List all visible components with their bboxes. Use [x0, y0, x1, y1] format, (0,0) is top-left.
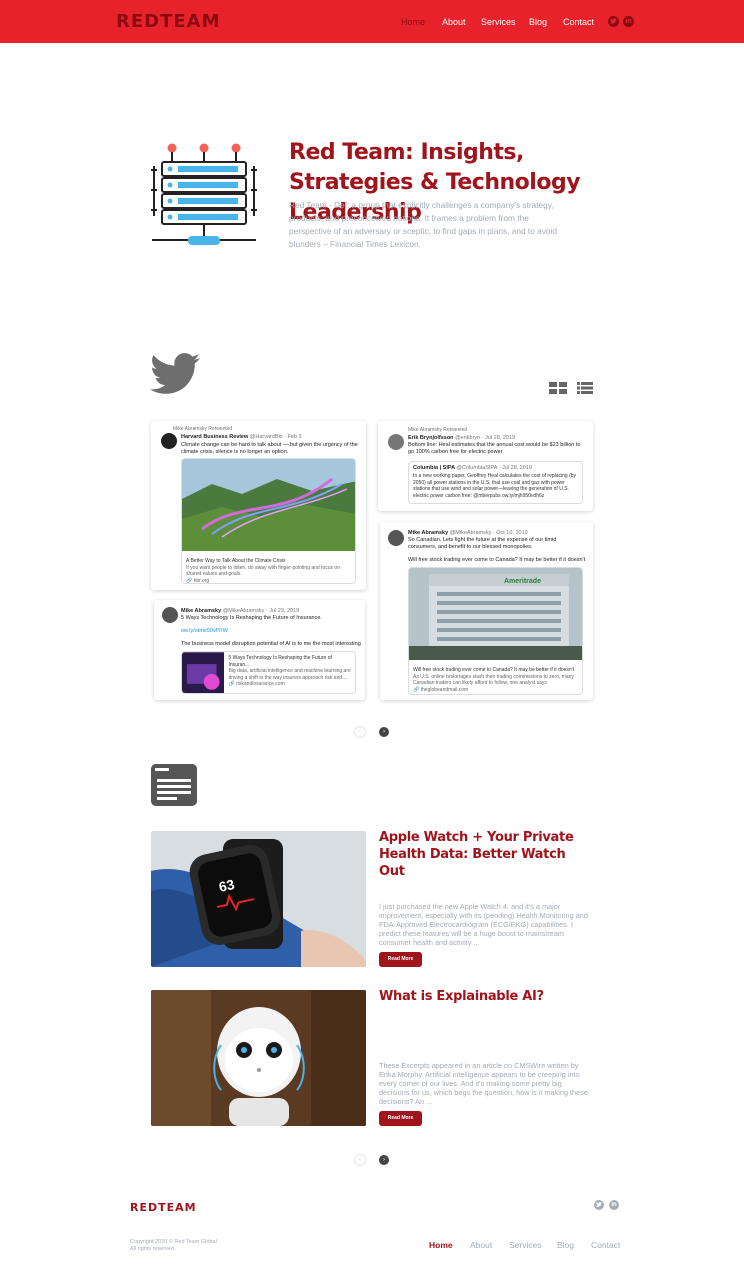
tweet-author[interactable]: Mike Abramsky @MikeAbramsky · Jul 29, 20…: [181, 608, 299, 614]
retweet-label: Mike Abramsky Retweeted: [173, 426, 233, 432]
nav-home[interactable]: Home: [401, 17, 425, 27]
apple-watch-image: 63: [151, 831, 366, 967]
linkedin-icon[interactable]: in: [623, 16, 634, 27]
link-card-domain: 🔗 riskandinsurance.com: [228, 681, 285, 687]
tweet-author[interactable]: Mike Abramsky @MikeAbramsky · Oct 10, 20…: [408, 530, 528, 536]
twitter-icon: [150, 353, 200, 394]
link-card-description: As U.S. online brokerages slash their tr…: [413, 673, 574, 687]
footer-nav-services[interactable]: Services: [509, 1240, 542, 1250]
footer-nav-about[interactable]: About: [470, 1240, 492, 1250]
link-card-title: 5 Ways Technology Is Reshaping the Futur…: [228, 655, 332, 668]
link-card-domain: 🔗 hbr.org: [186, 577, 210, 584]
footer-nav-blog[interactable]: Blog: [557, 1240, 574, 1250]
read-more-button[interactable]: Read More: [379, 1111, 422, 1126]
blog-next-button[interactable]: ›: [379, 1155, 389, 1165]
tweet-handle: @erikbryn · Jul 28, 2019: [455, 435, 516, 441]
tweet-link[interactable]: ow.ly/otme50vfYIW: [181, 628, 228, 635]
blog-icon: [151, 764, 197, 806]
blog-post-title[interactable]: What is Explainable AI?: [379, 988, 579, 1005]
site-logo[interactable]: REDTEAM: [116, 11, 221, 32]
footer-nav-home[interactable]: Home: [429, 1240, 453, 1250]
tweet-author[interactable]: Harvard Business Review @HarvardBiz · Fe…: [181, 434, 302, 440]
quoted-tweet-text: In a new working paper, Geoffrey Heal ca…: [413, 473, 577, 499]
building-sign: Ameritrade: [504, 578, 541, 585]
tweet-link-card[interactable]: A Better Way to Talk About the Climate C…: [181, 458, 356, 584]
hero-description: Red Team - Def: a group that explicitly …: [289, 200, 557, 249]
tweet-author[interactable]: Erik Brynjolfsson @erikbryn · Jul 28, 20…: [408, 435, 515, 441]
retweet-label: Mike Abramsky Retweeted: [408, 427, 468, 433]
tweet-card[interactable]: Mike Abramsky @MikeAbramsky · Jul 29, 20…: [154, 600, 365, 700]
tweet-text-2: The business model disruption potential …: [181, 641, 361, 647]
tweet-text: Climate change can be hard to talk about…: [181, 442, 358, 455]
quoted-tweet[interactable]: Columbia | SIPA @ColumbiaSIPA · Jul 28, …: [408, 461, 583, 504]
tweets-next-button[interactable]: ›: [379, 727, 389, 737]
footer-nav-contact[interactable]: Contact: [591, 1240, 620, 1250]
tweet-handle: @MikeAbramsky · Oct 10, 2019: [449, 530, 528, 536]
landscape-image: [182, 459, 355, 551]
tweet-author-name: Mike Abramsky: [408, 530, 449, 536]
blog-post-title[interactable]: Apple Watch + Your Private Health Data: …: [379, 829, 579, 880]
tweet-handle: @MikeAbramsky · Jul 29, 2019: [222, 608, 300, 614]
nav-contact[interactable]: Contact: [563, 17, 594, 27]
tweet-link-card[interactable]: 5 Ways Technology Is Reshaping the Futur…: [181, 651, 356, 694]
tweet-card[interactable]: Mike Abramsky Retweeted Harvard Business…: [151, 421, 366, 590]
copyright-line: Copyright 2020 © Red Team Global: [130, 1239, 217, 1245]
blog-post-excerpt: These Excerpts appeared in an article on…: [379, 1061, 588, 1106]
tweets-prev-button[interactable]: ‹: [355, 727, 365, 737]
list-view-icon[interactable]: [577, 382, 593, 394]
blog-post-image[interactable]: 63: [151, 831, 366, 967]
blog-post-excerpt: I just purchased the new Apple Watch 4, …: [379, 902, 588, 947]
link-card-domain: 🔗 theglobeandmail.com: [413, 686, 469, 693]
insurance-thumbnail: [182, 652, 225, 693]
tweet-link-card[interactable]: Ameritrade Will free stock trading ever …: [408, 567, 583, 695]
tweet-author-name: Harvard Business Review: [181, 434, 249, 440]
tweet-text: 5 Ways Technology Is Reshaping the Futur…: [181, 615, 322, 621]
copyright: Copyright 2020 © Red Team Global All rig…: [130, 1239, 217, 1252]
avatar[interactable]: [161, 433, 177, 449]
robot-image: [151, 990, 366, 1126]
tweet-text: Bottom line: Heal estimates that the ann…: [408, 442, 581, 455]
avatar[interactable]: [388, 530, 404, 546]
avatar[interactable]: [388, 434, 404, 450]
tweet-text: So Canadian. Lets fight the future at th…: [408, 537, 557, 550]
tweet-author-name: Erik Brynjolfsson: [408, 435, 454, 441]
avatar[interactable]: [162, 607, 178, 623]
ameritrade-building-image: Ameritrade: [409, 568, 582, 660]
nav-about[interactable]: About: [442, 17, 466, 27]
read-more-button[interactable]: Read More: [379, 952, 422, 967]
copyright-rights: All rights reserved: [130, 1245, 175, 1252]
quoted-tweet-author: Columbia | SIPA @ColumbiaSIPA · Jul 28, …: [413, 465, 532, 471]
site-header: REDTEAM Home About Services Blog Contact…: [0, 0, 744, 43]
twitter-icon[interactable]: [608, 16, 619, 27]
tweet-handle: @HarvardBiz · Feb 3: [249, 434, 302, 440]
link-card-description: If you want people to listen, do away wi…: [186, 564, 340, 578]
tweet-card[interactable]: Mike Abramsky Retweeted Erik Brynjolfsso…: [378, 421, 593, 511]
blog-prev-button[interactable]: ‹: [355, 1155, 365, 1165]
nav-blog[interactable]: Blog: [529, 17, 547, 27]
link-card-description: Big data, artificial intelligence and ma…: [228, 668, 351, 681]
twitter-icon[interactable]: [594, 1200, 604, 1210]
link-card-title: Will free stock trading ever come to Can…: [413, 667, 575, 673]
linkedin-icon[interactable]: in: [609, 1200, 619, 1210]
tweet-card[interactable]: Mike Abramsky @MikeAbramsky · Oct 10, 20…: [380, 522, 593, 700]
blog-post-image[interactable]: [151, 990, 366, 1126]
nav-services[interactable]: Services: [481, 17, 516, 27]
footer-logo[interactable]: REDTEAM: [130, 1201, 197, 1214]
server-rack-illustration: [151, 143, 257, 245]
tweet-text-2: Will free stock trading ever come to Can…: [408, 557, 586, 563]
tweet-author-name: Mike Abramsky: [181, 608, 222, 614]
grid-view-icon[interactable]: [549, 382, 567, 394]
